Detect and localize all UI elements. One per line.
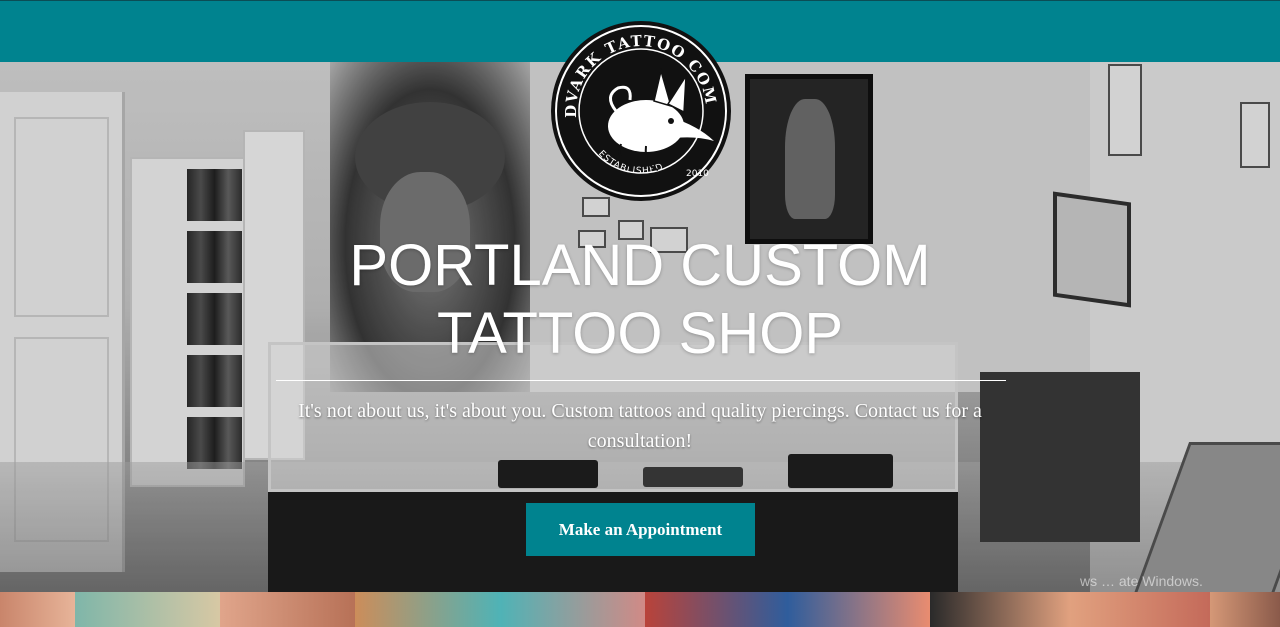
aardvark-logo[interactable]: AARDVARK TATTOO COMPANY ESTABLISHED 2010 [538,2,736,206]
make-appointment-button[interactable]: Make an Appointment [526,503,755,556]
hero-tagline: It's not about us, it's about you. Custo… [298,400,982,452]
activate-windows-watermark: ws … ate Windows. [1080,573,1203,589]
tattoo-gallery-strip [0,592,1280,627]
aardvark-logo-icon: AARDVARK TATTOO COMPANY ESTABLISHED 2010 [538,2,731,201]
page-title: PORTLAND CUSTOM TATTOO SHOP [349,233,931,366]
svg-text:2010: 2010 [686,169,709,179]
title-divider [276,380,1006,381]
